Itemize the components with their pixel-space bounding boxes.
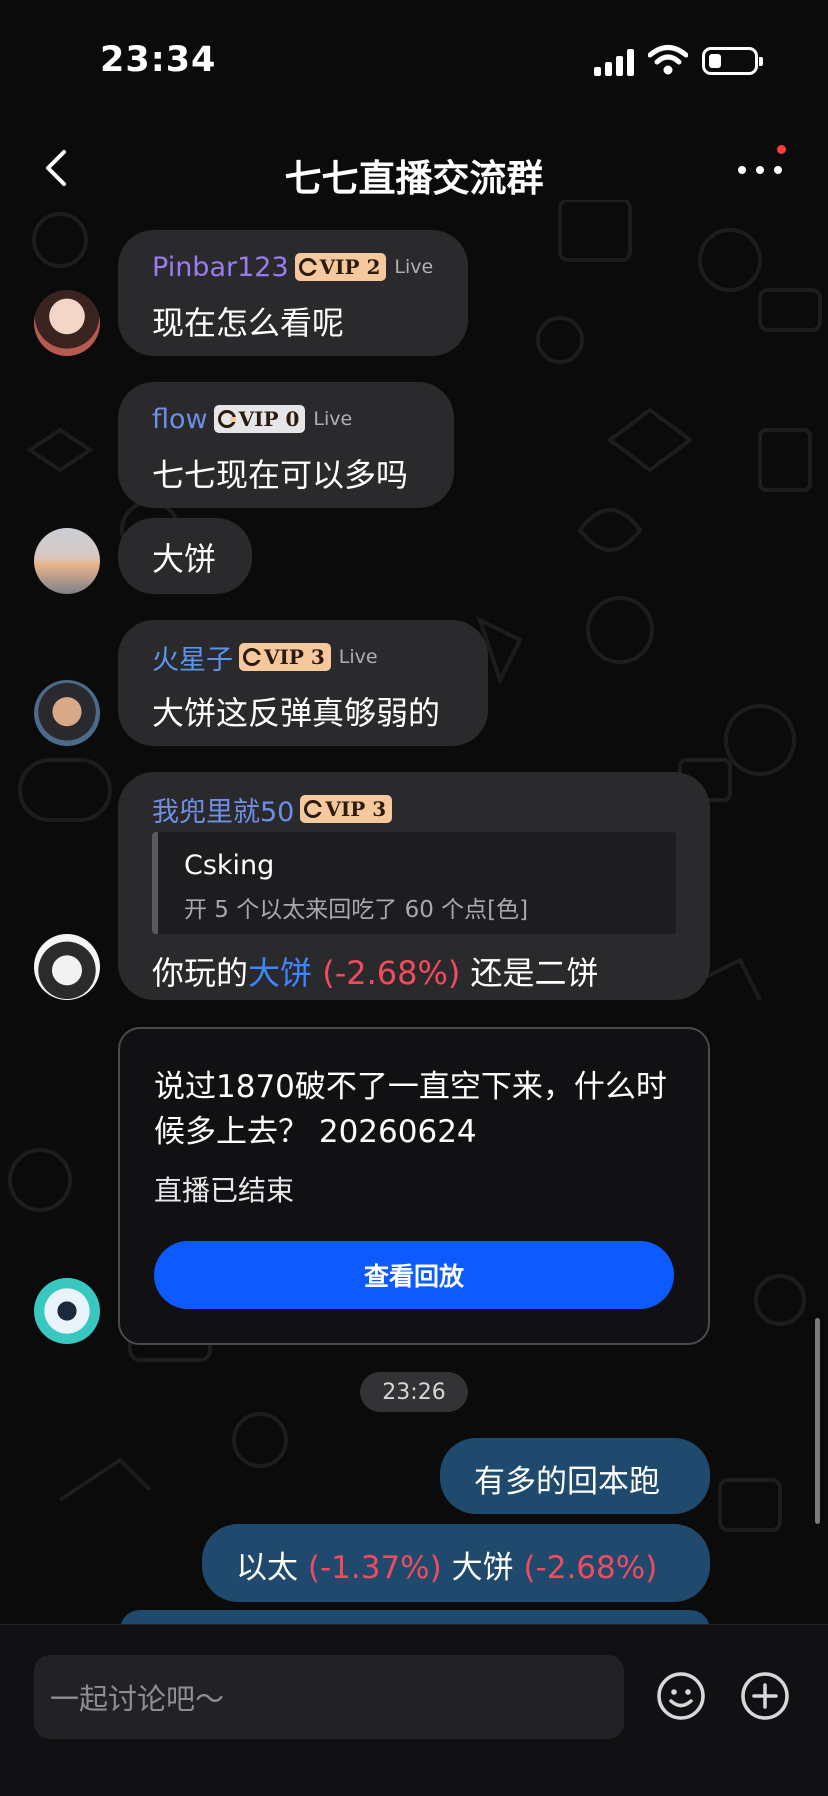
- sender-row: 火星子 VIP 3 Live: [152, 638, 378, 677]
- quoted-message[interactable]: Csking 开 5 个以太来回吃了 60 个点[色]: [152, 832, 676, 934]
- vip-badge: VIP 0: [213, 405, 306, 433]
- avatar[interactable]: [34, 1278, 100, 1344]
- price-change: (-2.68%): [523, 1550, 658, 1586]
- status-bar: 23:34: [0, 0, 828, 120]
- battery-icon: [702, 47, 763, 75]
- more-icon[interactable]: [738, 166, 784, 176]
- plus-icon[interactable]: [740, 1671, 790, 1721]
- message-input[interactable]: 一起讨论吧～: [34, 1655, 624, 1739]
- sender-name[interactable]: Pinbar123: [152, 252, 289, 283]
- message-bubble[interactable]: Pinbar123 VIP 2 Live 现在怎么看呢: [118, 230, 468, 356]
- quote-text: 开 5 个以太来回吃了 60 个点[色]: [184, 897, 529, 923]
- message-text: 以太 (-1.37%) 大饼 (-2.68%): [236, 1542, 657, 1587]
- live-stream-card[interactable]: 说过1870破不了一直空下来，什么时候多上去？ 20260624 直播已结束 查…: [118, 1027, 710, 1345]
- coin-link[interactable]: 以太: [236, 1550, 298, 1586]
- vip-logo-icon: [217, 410, 236, 428]
- time-divider: 23:26: [360, 1372, 468, 1412]
- message-text: 大饼: [152, 540, 217, 578]
- message-text: 你玩的大饼 (-2.68%) 还是二饼: [152, 954, 599, 992]
- my-message-bubble[interactable]: 有多的回本跑: [440, 1438, 710, 1514]
- coin-link[interactable]: 大饼: [452, 1550, 514, 1586]
- scrollbar[interactable]: [815, 1318, 820, 1524]
- notification-dot: [777, 145, 786, 154]
- avatar[interactable]: [34, 680, 100, 746]
- live-card-title: 说过1870破不了一直空下来，什么时候多上去？ 20260624: [154, 1069, 667, 1150]
- price-change: (-1.37%): [307, 1550, 442, 1586]
- avatar[interactable]: [34, 528, 100, 594]
- message-bubble[interactable]: 大饼: [118, 518, 252, 594]
- message-text: 有多的回本跑: [474, 1464, 660, 1500]
- chat-header: 七七直播交流群: [0, 130, 828, 210]
- vip-logo-icon: [304, 800, 323, 818]
- input-bar: 一起讨论吧～: [0, 1624, 828, 1796]
- page-title: 七七直播交流群: [284, 157, 544, 200]
- wifi-icon: [648, 45, 688, 75]
- message-bubble[interactable]: 火星子 VIP 3 Live 大饼这反弹真够弱的: [118, 620, 488, 746]
- avatar[interactable]: [34, 934, 100, 1000]
- live-card-status: 直播已结束: [154, 1174, 295, 1207]
- sender-name[interactable]: 我兜里就50: [152, 790, 294, 829]
- message-text: 现在怎么看呢: [152, 304, 345, 342]
- message-text: 七七现在可以多吗: [152, 456, 409, 494]
- vip-badge: VIP 2: [294, 253, 387, 281]
- vip-logo-icon: [298, 258, 317, 276]
- message-bubble[interactable]: flow VIP 0 Live 七七现在可以多吗: [118, 382, 454, 508]
- vip-logo-icon: [243, 648, 261, 666]
- status-time: 23:34: [100, 40, 217, 80]
- vip-badge: VIP 3: [300, 795, 393, 823]
- vip-badge: VIP 3: [239, 643, 331, 671]
- avatar[interactable]: [34, 290, 100, 356]
- view-replay-button[interactable]: 查看回放: [154, 1241, 674, 1309]
- sender-name[interactable]: 火星子: [152, 638, 233, 677]
- signal-icon: [594, 48, 636, 76]
- sender-row: 我兜里就50 VIP 3: [152, 790, 400, 829]
- sender-name[interactable]: flow: [152, 404, 208, 435]
- live-tag: Live: [338, 646, 378, 668]
- live-tag: Live: [313, 408, 353, 430]
- quote-author: Csking: [184, 850, 275, 881]
- message-bubble[interactable]: 我兜里就50 VIP 3 Csking 开 5 个以太来回吃了 60 个点[色]…: [118, 772, 710, 1000]
- sender-row: flow VIP 0 Live: [152, 402, 352, 436]
- live-tag: Live: [394, 256, 434, 278]
- price-change: (-2.68%): [322, 954, 461, 992]
- sender-row: Pinbar123 VIP 2 Live: [152, 250, 433, 284]
- coin-link[interactable]: 大饼: [248, 954, 312, 992]
- emoji-icon[interactable]: [656, 1671, 706, 1721]
- my-message-bubble[interactable]: 以太 (-1.37%) 大饼 (-2.68%): [202, 1524, 710, 1602]
- message-text: 大饼这反弹真够弱的: [152, 694, 441, 732]
